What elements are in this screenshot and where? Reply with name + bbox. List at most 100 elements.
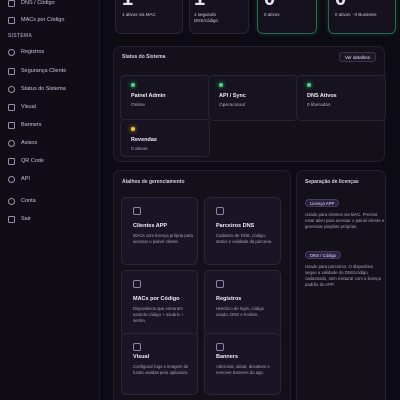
stat-value: 0 xyxy=(264,0,275,9)
status-card-painel-admin: Painel Admin Online xyxy=(120,75,210,121)
status-card-api-sync: API / Sync Operacional xyxy=(208,75,298,121)
stat-caption: 1 ativos via MAC xyxy=(122,12,156,17)
sidebar-item-conta[interactable]: Conta xyxy=(8,194,36,208)
stat-value: 0 xyxy=(335,0,346,9)
stat-card-parceiros[interactable]: 1 1 seguindo DNS/código xyxy=(189,0,249,34)
sidebar-item-label: QR Code xyxy=(21,158,44,164)
sidebar-item-registros[interactable]: Registros xyxy=(8,45,44,59)
stat-value: 1 xyxy=(194,0,205,9)
sidebar-item-label: Visual xyxy=(21,104,36,110)
view-details-button[interactable]: Ver detalhes xyxy=(338,52,376,62)
visual-icon xyxy=(133,343,141,351)
sidebar-item-banners[interactable]: Banners xyxy=(8,118,42,132)
license-dns-text: Usado para parceiros. O dispositivo segu… xyxy=(305,264,381,287)
shortcut-tile-clientes-app[interactable]: Clientes APP MACs com licença própria pa… xyxy=(121,197,198,265)
sidebar-item-status-do-sistema[interactable]: Status do Sistema xyxy=(8,82,66,96)
tile-name: Banners xyxy=(216,354,239,360)
status-dot xyxy=(307,83,311,87)
tile-name: MACs por Código xyxy=(133,296,180,302)
tile-name: Registros xyxy=(216,296,242,302)
status-panel: Status do Sistema Ver detalhes Painel Ad… xyxy=(113,46,386,162)
sidebar-item-label: Conta xyxy=(21,198,36,204)
shortcut-tile-registros[interactable]: Registros Histórico de login, código usa… xyxy=(204,270,281,338)
sidebar-item-visual[interactable]: Visual xyxy=(8,100,36,114)
tile-name: Visual xyxy=(133,354,150,360)
status-dot xyxy=(131,127,135,131)
tile-desc: Histórico de login, código usado, DNS e … xyxy=(216,306,265,317)
stat-caption: 0 ativos xyxy=(264,12,280,17)
banners-icon xyxy=(216,343,224,351)
shortcut-tile-macs-por-codigo[interactable]: MACs por Código Dispositivos que entrara… xyxy=(121,270,198,338)
stat-caption: 1 seguindo DNS/código xyxy=(194,12,219,23)
shortcuts-panel: Atalhos de gerenciamento Clientes APP MA… xyxy=(113,170,291,400)
status-name: Painel Admin xyxy=(131,93,166,99)
api-icon xyxy=(8,175,15,183)
sidebar-item-seguranca-cliente[interactable]: Segurança Cliente xyxy=(8,64,66,78)
tile-desc: MACs com licença própria para acessar o … xyxy=(133,233,193,244)
logout-icon xyxy=(8,215,15,223)
sidebar-item-qr-code[interactable]: QR Code xyxy=(8,154,44,168)
bell-icon xyxy=(8,139,15,147)
sidebar-item-macs-por-codigo[interactable]: MACs por Código xyxy=(8,13,64,27)
main-content: 1 1 ativos via MAC 1 1 seguindo DNS/códi… xyxy=(100,0,400,400)
status-dot xyxy=(131,83,135,87)
stat-card-dns[interactable]: 0 0 ativos xyxy=(257,0,317,34)
sidebar-item-label: Registros xyxy=(21,49,45,55)
licenses-panel: Separação de licenças Licença APP Usado … xyxy=(296,170,386,400)
license-app-badge: Licença APP xyxy=(305,199,340,207)
status-value: 0 ativos xyxy=(131,147,148,152)
status-dot xyxy=(219,83,223,87)
sidebar-item-label: Sair xyxy=(21,216,31,222)
sidebar-item-label: MACs por Código xyxy=(21,17,65,23)
status-name: Revendas xyxy=(131,137,157,143)
sidebar-item-dns-codigo[interactable]: DNS / Código xyxy=(8,0,55,10)
banner-icon xyxy=(8,121,15,129)
sidebar-item-label: DNS / Código xyxy=(21,0,55,6)
sidebar-item-label: Banners xyxy=(21,122,42,128)
status-value: Operacional xyxy=(219,103,245,108)
list-icon xyxy=(8,16,15,24)
status-value: 0 liberados xyxy=(307,103,331,108)
stat-card-revendas[interactable]: 0 0 ativos · 0 Business xyxy=(328,0,396,34)
shortcut-tile-visual[interactable]: Visual Configurar logo e imagem de fundo… xyxy=(121,333,198,395)
shortcut-tile-banners[interactable]: Banners Adicionar, ativar, desativar e r… xyxy=(204,333,281,395)
stat-card-clientes[interactable]: 1 1 ativos via MAC xyxy=(115,0,183,34)
status-card-revendas: Revendas 0 ativos xyxy=(120,119,210,157)
sidebar-item-sair[interactable]: Sair xyxy=(8,212,31,226)
status-name: API / Sync xyxy=(219,93,246,99)
licenses-panel-title: Separação de licenças xyxy=(305,179,359,185)
dns-icon xyxy=(8,0,15,7)
tile-name: Parceiros DNS xyxy=(216,223,255,229)
tile-desc: Adicionar, ativar, desativar e remover b… xyxy=(216,364,270,375)
sidebar-item-label: Segurança Cliente xyxy=(21,68,67,74)
sidebar-section-label: SISTEMA xyxy=(8,33,33,39)
qrcode-icon xyxy=(8,157,15,165)
tile-desc: Cadastro de DNS, código, status e valida… xyxy=(216,233,273,244)
partners-icon xyxy=(216,207,224,215)
palette-icon xyxy=(8,103,15,111)
shortcut-tile-parceiros-dns[interactable]: Parceiros DNS Cadastro de DNS, código, s… xyxy=(204,197,281,265)
sidebar-item-label: Status do Sistema xyxy=(21,86,66,92)
status-value: Online xyxy=(131,103,145,108)
tile-desc: Dispositivos que entraram usando código … xyxy=(133,306,184,323)
shortcuts-panel-title: Atalhos de gerenciamento xyxy=(122,179,185,185)
history-icon xyxy=(216,280,224,288)
clients-icon xyxy=(133,207,141,215)
sidebar-item-api[interactable]: API xyxy=(8,172,30,186)
user-icon xyxy=(8,197,15,205)
stat-value: 1 xyxy=(122,0,133,9)
records-icon xyxy=(8,48,15,56)
sidebar: DNS / Código MACs por Código SISTEMA Reg… xyxy=(0,0,100,400)
sidebar-item-avisos[interactable]: Avisos xyxy=(8,136,37,150)
status-name: DNS Ativos xyxy=(307,93,337,99)
tile-desc: Configurar logo e imagem de fundo usadas… xyxy=(133,364,189,375)
sidebar-item-label: Avisos xyxy=(21,140,38,146)
shield-icon xyxy=(8,67,15,75)
sidebar-item-label: API xyxy=(21,176,30,182)
status-icon xyxy=(8,85,15,93)
tile-name: Clientes APP xyxy=(133,223,168,229)
status-panel-title: Status do Sistema xyxy=(122,54,166,60)
license-dns-badge: DNS / Código xyxy=(305,251,342,259)
status-card-dns-ativos: DNS Ativos 0 liberados xyxy=(296,75,386,121)
stat-caption: 0 ativos · 0 Business xyxy=(335,12,377,17)
